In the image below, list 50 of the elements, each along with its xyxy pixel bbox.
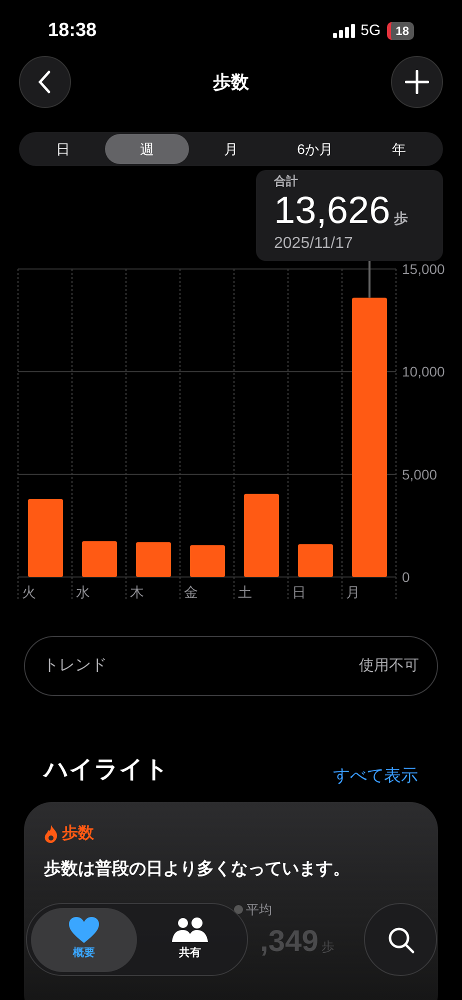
signal-icon bbox=[332, 24, 355, 38]
leader-line bbox=[368, 261, 370, 298]
trend-value: 使用不可 bbox=[359, 656, 419, 676]
axis-label: 金 bbox=[184, 584, 198, 600]
section-title: ハイライト bbox=[44, 755, 169, 785]
period-tab[interactable]: 日 bbox=[21, 134, 105, 164]
heart-icon bbox=[69, 917, 99, 944]
status-time: 18:38 bbox=[48, 18, 97, 43]
average-label: 平均 bbox=[246, 900, 272, 918]
bar[interactable] bbox=[190, 545, 225, 577]
flame-icon bbox=[44, 825, 58, 843]
period-tab[interactable]: 週 bbox=[105, 134, 189, 164]
trend-card[interactable]: トレンド 使用不可 bbox=[24, 636, 438, 696]
axis-label: 15,000 bbox=[402, 261, 445, 277]
people-icon bbox=[172, 917, 208, 944]
page-title: 歩数 bbox=[213, 70, 249, 94]
axis-label: 月 bbox=[346, 584, 360, 600]
axis-label: 0 bbox=[402, 569, 410, 585]
highlight-message: 歩数は普段の日より多くなっています。 bbox=[44, 858, 351, 880]
bar[interactable] bbox=[136, 542, 171, 577]
total-value: 13,626 bbox=[274, 190, 390, 232]
axis-label: 10,000 bbox=[402, 364, 445, 380]
tab-bar-item[interactable]: 概要 bbox=[31, 908, 137, 972]
search-icon bbox=[386, 926, 414, 954]
trend-label: トレンド bbox=[43, 656, 107, 676]
bar[interactable] bbox=[298, 544, 333, 577]
period-tab[interactable]: 6か月 bbox=[273, 134, 357, 164]
plus-icon bbox=[405, 70, 429, 94]
unit-label: 歩 bbox=[394, 209, 408, 228]
axis-label: 火 bbox=[22, 584, 36, 600]
card-category: 歩数 bbox=[62, 824, 94, 844]
add-button[interactable] bbox=[391, 56, 443, 108]
axis-label: 水 bbox=[76, 584, 90, 600]
axis-label: 土 bbox=[238, 584, 252, 600]
network-label: 5G bbox=[360, 20, 381, 41]
tab-bar-item[interactable]: 共有 bbox=[137, 908, 243, 972]
period-tab[interactable]: 年 bbox=[357, 134, 441, 164]
battery-indicator: 18 bbox=[386, 22, 414, 40]
axis-label: 5,000 bbox=[402, 466, 438, 482]
show-all-link[interactable]: すべて表示 bbox=[333, 762, 418, 788]
axis-label: 日 bbox=[292, 584, 306, 600]
bar[interactable] bbox=[28, 498, 63, 577]
period-tab[interactable]: 月 bbox=[189, 134, 273, 164]
back-button[interactable] bbox=[19, 56, 71, 108]
bar[interactable] bbox=[82, 541, 117, 577]
axis-label: 木 bbox=[130, 584, 144, 600]
bar[interactable] bbox=[352, 298, 387, 577]
bar[interactable] bbox=[244, 494, 279, 577]
tooltip-date: 2025/11/17 bbox=[274, 234, 354, 254]
tooltip-label: 合計 bbox=[274, 173, 299, 190]
